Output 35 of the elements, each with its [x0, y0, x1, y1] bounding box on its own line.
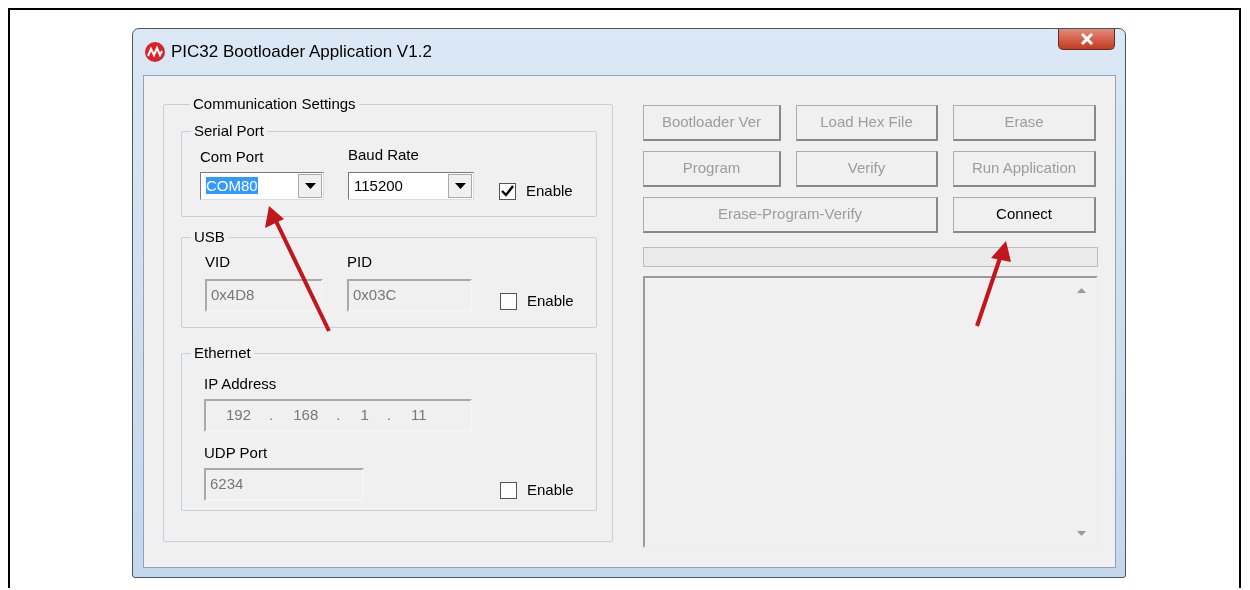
field-label: Baud Rate [348, 146, 419, 164]
field-value: 0x03C [353, 285, 397, 306]
field-value: 6234 [210, 474, 244, 495]
close-icon [1079, 33, 1094, 45]
field-label: VID [205, 253, 230, 271]
checkbox-label: Enable [527, 292, 574, 310]
ip-octet: 1 [360, 405, 369, 426]
checkbox-label: Enable [526, 182, 573, 200]
dropdown-button[interactable] [298, 174, 322, 198]
close-button[interactable] [1058, 29, 1115, 50]
checkbox[interactable] [500, 481, 517, 499]
field-label: UDP Port [204, 444, 268, 462]
ip-octet: 192 [226, 405, 252, 426]
field-label: Com Port [200, 148, 264, 166]
dropdown[interactable]: COM80 [200, 172, 324, 200]
ip-octet: 11 [410, 405, 427, 426]
checkbox[interactable] [499, 182, 516, 200]
field-value: 0x4D8 [211, 285, 255, 306]
separator: . [269, 405, 274, 426]
caret-icon [304, 183, 316, 189]
separator: . [336, 405, 341, 426]
dropdown-value: COM80 [206, 177, 258, 194]
checkbox-label: Enable [527, 481, 574, 499]
action-button[interactable]: Connect [953, 197, 1096, 233]
separator: . [386, 405, 391, 426]
window-title: PIC32 Bootloader Application V1.2 [171, 41, 432, 64]
field-label: IP Address [204, 375, 277, 393]
field-label: PID [347, 253, 372, 271]
dropdown-value: 115200 [354, 177, 403, 194]
ip-octet: 168 [293, 405, 319, 426]
dropdown[interactable]: 115200 [348, 172, 474, 200]
dropdown-button[interactable] [448, 174, 472, 198]
logo-icon [145, 42, 165, 62]
checkbox[interactable] [500, 292, 517, 310]
caret-icon [454, 183, 466, 189]
